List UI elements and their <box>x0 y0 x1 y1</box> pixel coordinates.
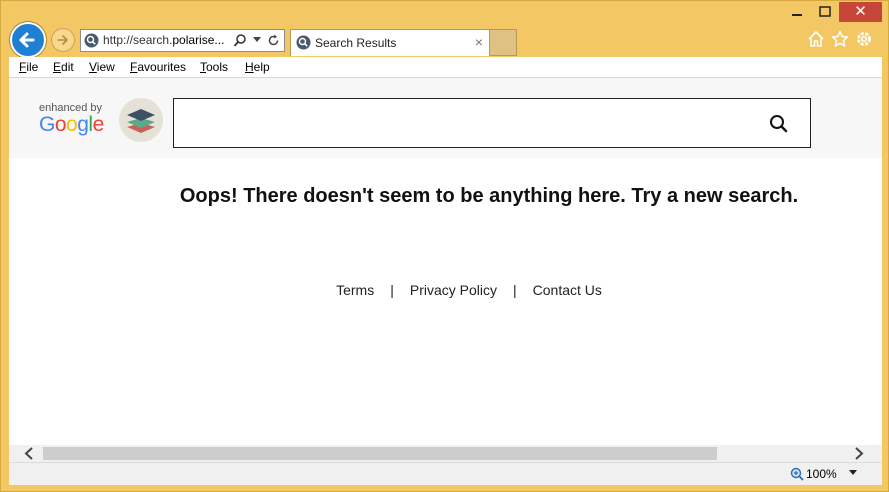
menu-help[interactable]: Help <box>245 60 270 74</box>
search-input[interactable] <box>174 99 754 147</box>
footer-separator: | <box>513 282 517 298</box>
search-icon <box>770 115 788 133</box>
refresh-icon[interactable] <box>266 33 281 48</box>
browser-window: ✕ http://search.polarise... Search Resul… <box>0 0 889 492</box>
scroll-left-icon[interactable] <box>23 447 35 460</box>
menu-file[interactable]: File <box>19 60 38 74</box>
arrow-right-icon <box>57 35 68 45</box>
search-header: enhanced by Google <box>9 78 882 158</box>
site-search-icon <box>84 33 99 48</box>
status-bar: 100% <box>9 462 882 485</box>
chevron-down-icon[interactable] <box>849 470 858 476</box>
tab-search-results[interactable]: Search Results × <box>290 29 490 56</box>
google-logo-letter: e <box>92 113 105 136</box>
tab-close-icon[interactable]: × <box>475 30 483 55</box>
page-viewport: enhanced by Google Oops! There doesn't s… <box>9 78 882 445</box>
favorites-star-icon[interactable] <box>831 30 849 48</box>
search-box <box>173 98 811 148</box>
site-logo[interactable] <box>119 98 163 142</box>
close-window-button[interactable]: ✕ <box>839 2 882 22</box>
forward-button[interactable] <box>51 28 75 52</box>
arrow-left-icon <box>19 32 35 48</box>
menu-favourites[interactable]: Favourites <box>130 60 186 74</box>
layers-logo-icon <box>127 109 155 133</box>
home-icon[interactable] <box>807 30 825 48</box>
google-logo: Google <box>39 113 104 137</box>
gear-icon[interactable] <box>855 30 873 48</box>
dropdown-arrow-icon[interactable] <box>253 37 262 43</box>
google-logo-letter: o <box>54 113 67 136</box>
privacy-policy-link[interactable]: Privacy Policy <box>410 282 497 298</box>
scroll-right-icon[interactable] <box>853 447 865 460</box>
contact-us-link[interactable]: Contact Us <box>533 282 602 298</box>
maximize-icon <box>819 6 831 17</box>
google-logo-letter: G <box>39 113 55 136</box>
zoom-icon[interactable] <box>790 467 804 481</box>
address-url: http://search.polarise... <box>103 30 231 51</box>
terms-link[interactable]: Terms <box>336 282 374 298</box>
google-logo-letter: o <box>66 113 78 136</box>
address-bar[interactable]: http://search.polarise... <box>80 29 285 52</box>
tab-favicon-icon <box>296 35 311 50</box>
menu-edit[interactable]: Edit <box>53 60 74 74</box>
footer-links: Terms | Privacy Policy | Contact Us <box>9 282 882 298</box>
menu-view[interactable]: View <box>89 60 115 74</box>
footer-separator: | <box>390 282 394 298</box>
google-logo-letter: g <box>77 113 89 136</box>
browser-toolbar: ✕ http://search.polarise... Search Resul… <box>1 1 889 58</box>
zoom-level[interactable]: 100% <box>806 467 837 481</box>
horizontal-scrollbar[interactable] <box>9 445 882 462</box>
search-button[interactable] <box>764 110 794 138</box>
empty-results-message: Oops! There doesn't seem to be anything … <box>179 185 799 207</box>
tab-title: Search Results <box>315 36 397 50</box>
url-domain: polarise... <box>172 33 225 47</box>
back-button[interactable] <box>10 22 46 58</box>
minimize-icon <box>792 14 802 16</box>
maximize-button[interactable] <box>815 5 835 19</box>
menu-bar: File Edit View Favourites Tools Help <box>9 57 882 78</box>
menu-tools[interactable]: Tools <box>200 60 228 74</box>
url-prefix: http://search. <box>103 33 173 47</box>
minimize-button[interactable] <box>787 5 807 19</box>
search-icon[interactable] <box>233 33 248 48</box>
new-tab-button[interactable] <box>490 29 517 56</box>
scrollbar-thumb[interactable] <box>43 447 717 460</box>
close-icon: ✕ <box>854 3 867 20</box>
